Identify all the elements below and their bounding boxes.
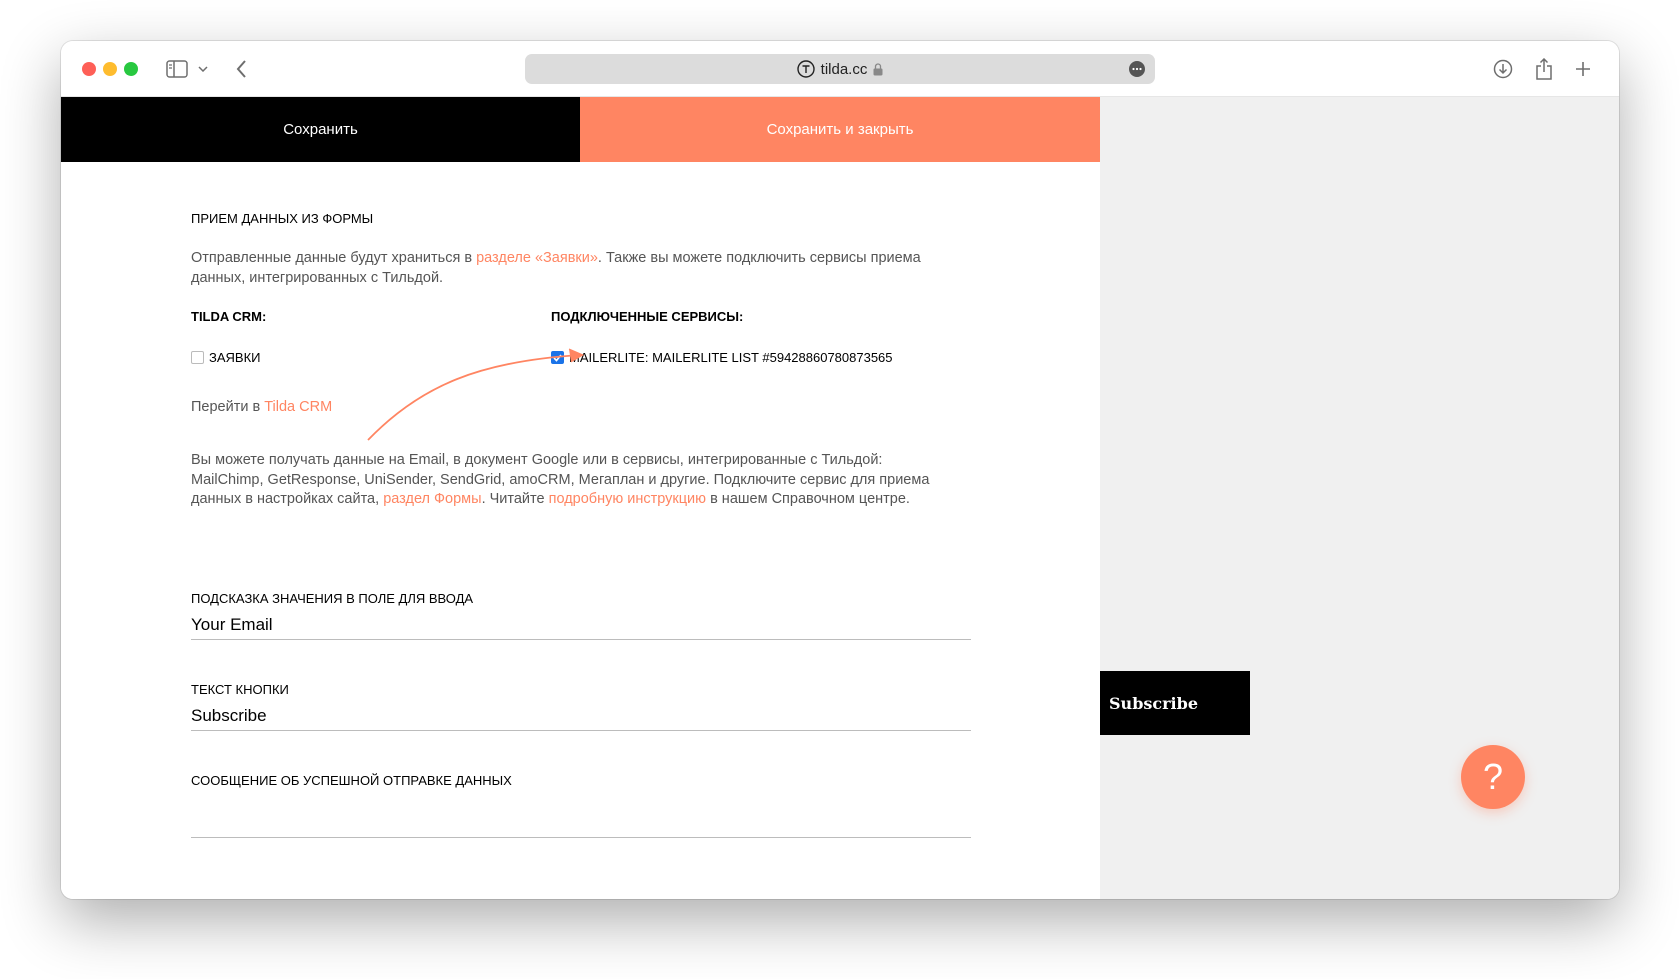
page-content: Сохранить Сохранить и закрыть ПРИЕМ ДАНН…: [61, 97, 1619, 899]
goto-crm: Перейти в Tilda CRM: [191, 399, 333, 415]
save-button[interactable]: Сохранить: [61, 97, 580, 162]
placeholder-input[interactable]: [191, 610, 971, 640]
minimize-window-button[interactable]: [103, 62, 117, 76]
chevron-down-icon[interactable]: [196, 57, 210, 81]
crm-requests-checkbox[interactable]: [191, 351, 204, 364]
save-and-close-button[interactable]: Сохранить и закрыть: [580, 97, 1100, 162]
form-data-info: Вы можете получать данные на Email, в до…: [191, 452, 930, 507]
download-icon[interactable]: [1491, 57, 1515, 81]
browser-window: tilda.cc Сохранить Сохранить и закрыть П…: [61, 41, 1619, 899]
requests-section-link[interactable]: разделе «Заявки»: [476, 250, 598, 266]
back-icon[interactable]: [231, 57, 251, 81]
button-text-input[interactable]: [191, 701, 971, 731]
annotation-arrow-icon: [367, 348, 585, 441]
sidebar-icon[interactable]: [165, 57, 189, 81]
settings-panel: Сохранить Сохранить и закрыть ПРИЕМ ДАНН…: [61, 97, 1100, 899]
crm-requests-label: ЗАЯВКИ: [209, 350, 261, 365]
success-message-field-label: СООБЩЕНИЕ ОБ УСПЕШНОЙ ОТПРАВКЕ ДАННЫХ: [191, 773, 512, 788]
services-heading: ПОДКЛЮЧЕННЫЕ СЕРВИСЫ:: [551, 309, 744, 324]
address-bar[interactable]: tilda.cc: [525, 54, 1155, 84]
button-text-field-label: ТЕКСТ КНОПКИ: [191, 682, 289, 697]
success-message-input[interactable]: [191, 808, 971, 838]
help-button[interactable]: ?: [1461, 745, 1525, 809]
form-data-intro: Отправленные данные будут храниться в ра…: [191, 250, 921, 286]
url-text: tilda.cc: [820, 60, 868, 78]
forms-section-link[interactable]: раздел Формы: [383, 491, 481, 507]
mailerlite-label: MAILERLITE: MAILERLITE LIST #59428860780…: [569, 350, 893, 365]
more-icon[interactable]: [1129, 61, 1145, 77]
browser-toolbar: tilda.cc: [61, 41, 1619, 97]
block-preview: Subscribe: [1100, 97, 1619, 899]
crm-heading: TILDA CRM:: [191, 309, 267, 324]
lock-icon: [873, 62, 883, 75]
form-data-title: ПРИЕМ ДАННЫХ ИЗ ФОРМЫ: [191, 211, 374, 226]
tilda-logo-icon: [796, 60, 815, 78]
subscribe-preview-button[interactable]: Subscribe: [1100, 671, 1250, 735]
crm-requests-checkbox-row[interactable]: ЗАЯВКИ: [191, 350, 261, 365]
close-window-button[interactable]: [82, 62, 96, 76]
placeholder-field-label: ПОДСКАЗКА ЗНАЧЕНИЯ В ПОЛЕ ДЛЯ ВВОДА: [191, 591, 474, 606]
instructions-link[interactable]: подробную инструкцию: [549, 491, 706, 507]
share-icon[interactable]: [1532, 57, 1556, 81]
zoom-window-button[interactable]: [124, 62, 138, 76]
tilda-crm-link[interactable]: Tilda CRM: [264, 399, 332, 415]
plus-icon[interactable]: [1571, 57, 1595, 81]
mailerlite-checkbox-row[interactable]: MAILERLITE: MAILERLITE LIST #59428860780…: [551, 350, 893, 365]
